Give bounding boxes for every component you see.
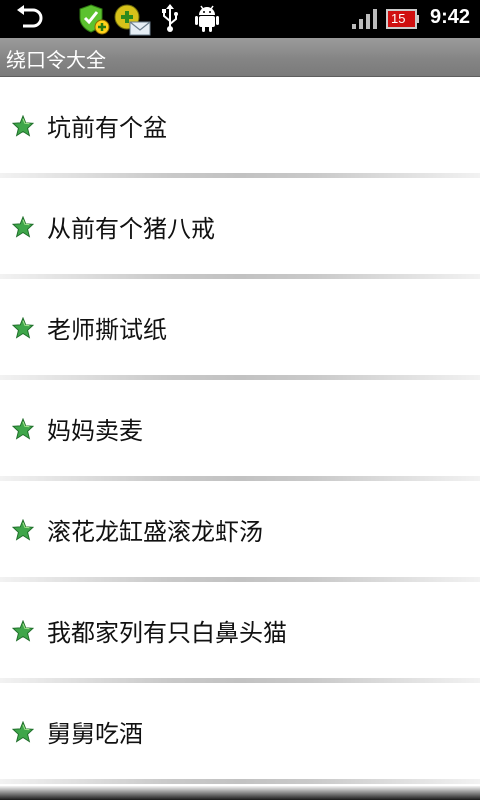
star-icon bbox=[12, 115, 34, 137]
android-icon bbox=[195, 5, 219, 32]
list-item[interactable]: 从前有个猪八戒 bbox=[0, 178, 480, 279]
list-item-label: 妈妈卖麦 bbox=[47, 417, 143, 445]
status-bar: 15 9:42 bbox=[0, 0, 480, 38]
star-icon bbox=[12, 317, 34, 339]
star-icon bbox=[12, 620, 34, 642]
title-bar: 绕口令大全 bbox=[0, 38, 480, 77]
bottom-shadow bbox=[0, 786, 480, 800]
message-icon bbox=[114, 4, 151, 36]
usb-icon bbox=[162, 4, 178, 32]
page-title: 绕口令大全 bbox=[6, 48, 106, 72]
tongue-twister-list: 坑前有个盆 从前有个猪八戒 老师撕试纸 妈妈卖麦 滚花龙缸盛滚龙虾汤 我都家列有… bbox=[0, 77, 480, 784]
back-icon[interactable] bbox=[14, 4, 44, 32]
clock: 9:42 bbox=[429, 6, 470, 28]
star-icon bbox=[12, 721, 34, 743]
list-item-label: 我都家列有只白鼻头猫 bbox=[47, 619, 287, 647]
list-item[interactable]: 坑前有个盆 bbox=[0, 77, 480, 178]
list-item[interactable]: 我都家列有只白鼻头猫 bbox=[0, 582, 480, 683]
signal-icon bbox=[352, 9, 377, 29]
list-item[interactable]: 滚花龙缸盛滚龙虾汤 bbox=[0, 481, 480, 582]
battery-icon: 15 bbox=[386, 9, 420, 29]
list-item[interactable]: 老师撕试纸 bbox=[0, 279, 480, 380]
list-item[interactable]: 舅舅吃酒 bbox=[0, 683, 480, 784]
star-icon bbox=[12, 216, 34, 238]
shield-plus-icon bbox=[79, 4, 110, 35]
star-icon bbox=[12, 418, 34, 440]
list-item-label: 滚花龙缸盛滚龙虾汤 bbox=[47, 518, 263, 546]
star-icon bbox=[12, 519, 34, 541]
list-item[interactable]: 妈妈卖麦 bbox=[0, 380, 480, 481]
list-item-label: 舅舅吃酒 bbox=[47, 720, 143, 748]
list-item-label: 从前有个猪八戒 bbox=[47, 215, 215, 243]
battery-level: 15 bbox=[391, 11, 406, 26]
list-item-label: 坑前有个盆 bbox=[47, 114, 167, 142]
list-item-label: 老师撕试纸 bbox=[47, 316, 167, 344]
